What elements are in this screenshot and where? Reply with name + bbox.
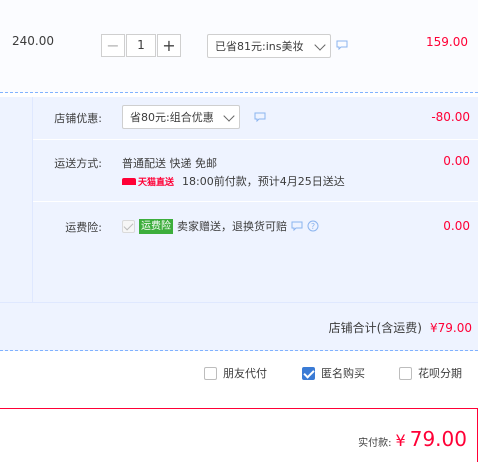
chevron-down-icon — [223, 110, 235, 122]
huabei-option[interactable]: 花呗分期 — [399, 365, 462, 381]
anonymous-option[interactable]: 匿名购买 — [302, 365, 365, 381]
insurance-text: 卖家赠送，退换货可赔 — [177, 220, 287, 233]
shipping-label: 运送方式: — [54, 157, 102, 170]
huabei-label: 花呗分期 — [418, 367, 462, 380]
shipping-note: 18:00前付款，预计4月25日送达 — [182, 175, 345, 188]
svg-text:?: ? — [311, 222, 315, 231]
shop-discount-amount: -80.00 — [431, 110, 470, 124]
insurance-label: 运费险: — [65, 221, 102, 234]
friend-pay-option[interactable]: 朋友代付 — [204, 365, 267, 381]
shipping-detail: 天猫直送 18:00前付款，预计4月25日送达 — [122, 173, 345, 189]
insurance-row: 运费险 卖家赠送，退换货可赔 ? — [122, 218, 319, 234]
unit-price: 240.00 — [12, 34, 54, 48]
anonymous-label: 匿名购买 — [321, 367, 365, 380]
payment-amount: 79.00 — [409, 427, 467, 451]
shop-promotion-panel: 店铺优惠: 省80元:组合优惠 -80.00 运送方式: 普通配送 快递 免邮 … — [0, 97, 478, 351]
quantity-input[interactable]: 1 — [126, 34, 156, 57]
message-icon[interactable] — [254, 112, 266, 122]
chevron-down-icon — [314, 39, 326, 51]
shipping-method: 普通配送 快递 免邮 — [122, 157, 217, 170]
anonymous-checkbox[interactable] — [302, 366, 315, 380]
shop-total-amount: ¥79.00 — [430, 320, 472, 335]
insurance-badge: 运费险 — [139, 218, 173, 234]
shop-total-label: 店铺合计(含运费) — [328, 321, 422, 335]
friend-pay-label: 朋友代付 — [223, 367, 267, 380]
shop-discount-select-value: 省80元:组合优惠 — [130, 111, 214, 124]
shop-total: 店铺合计(含运费) ¥79.00 — [329, 319, 472, 336]
shop-discount-select[interactable]: 省80元:组合优惠 — [122, 105, 240, 129]
payment-summary: 实付款: ¥ 79.00 — [0, 408, 478, 462]
quantity-decrease-button[interactable]: − — [101, 34, 125, 57]
row-divider — [0, 302, 478, 303]
row-divider — [33, 139, 478, 140]
payment-currency: ¥ — [395, 431, 406, 450]
huabei-checkbox[interactable] — [399, 366, 412, 380]
payment-label: 实付款: — [358, 438, 392, 449]
panel-left-gutter — [0, 97, 33, 302]
shipping-fee: 0.00 — [443, 154, 470, 168]
message-icon[interactable] — [291, 221, 303, 231]
message-icon[interactable] — [336, 40, 348, 50]
item-discount-select-value: 已省81元:ins美妆 — [215, 40, 304, 53]
quantity-stepper: − 1 + — [101, 34, 181, 58]
tmall-direct-logo: 天猫直送 — [122, 175, 174, 188]
item-discount-select[interactable]: 已省81元:ins美妆 — [207, 34, 331, 58]
insurance-checkbox — [122, 219, 135, 233]
payment-total: 实付款: ¥ 79.00 — [358, 427, 467, 451]
help-icon[interactable]: ? — [307, 220, 319, 232]
item-row: 240.00 − 1 + 已省81元:ins美妆 159.00 — [0, 0, 478, 93]
tmall-cat-icon — [122, 177, 136, 185]
quantity-increase-button[interactable]: + — [157, 34, 181, 57]
item-total: 159.00 — [426, 35, 468, 49]
insurance-fee: 0.00 — [443, 219, 470, 233]
shop-discount-label: 店铺优惠: — [54, 112, 102, 125]
row-divider — [33, 201, 478, 202]
friend-pay-checkbox[interactable] — [204, 366, 217, 380]
tmall-logo-text: 天猫直送 — [138, 177, 175, 188]
